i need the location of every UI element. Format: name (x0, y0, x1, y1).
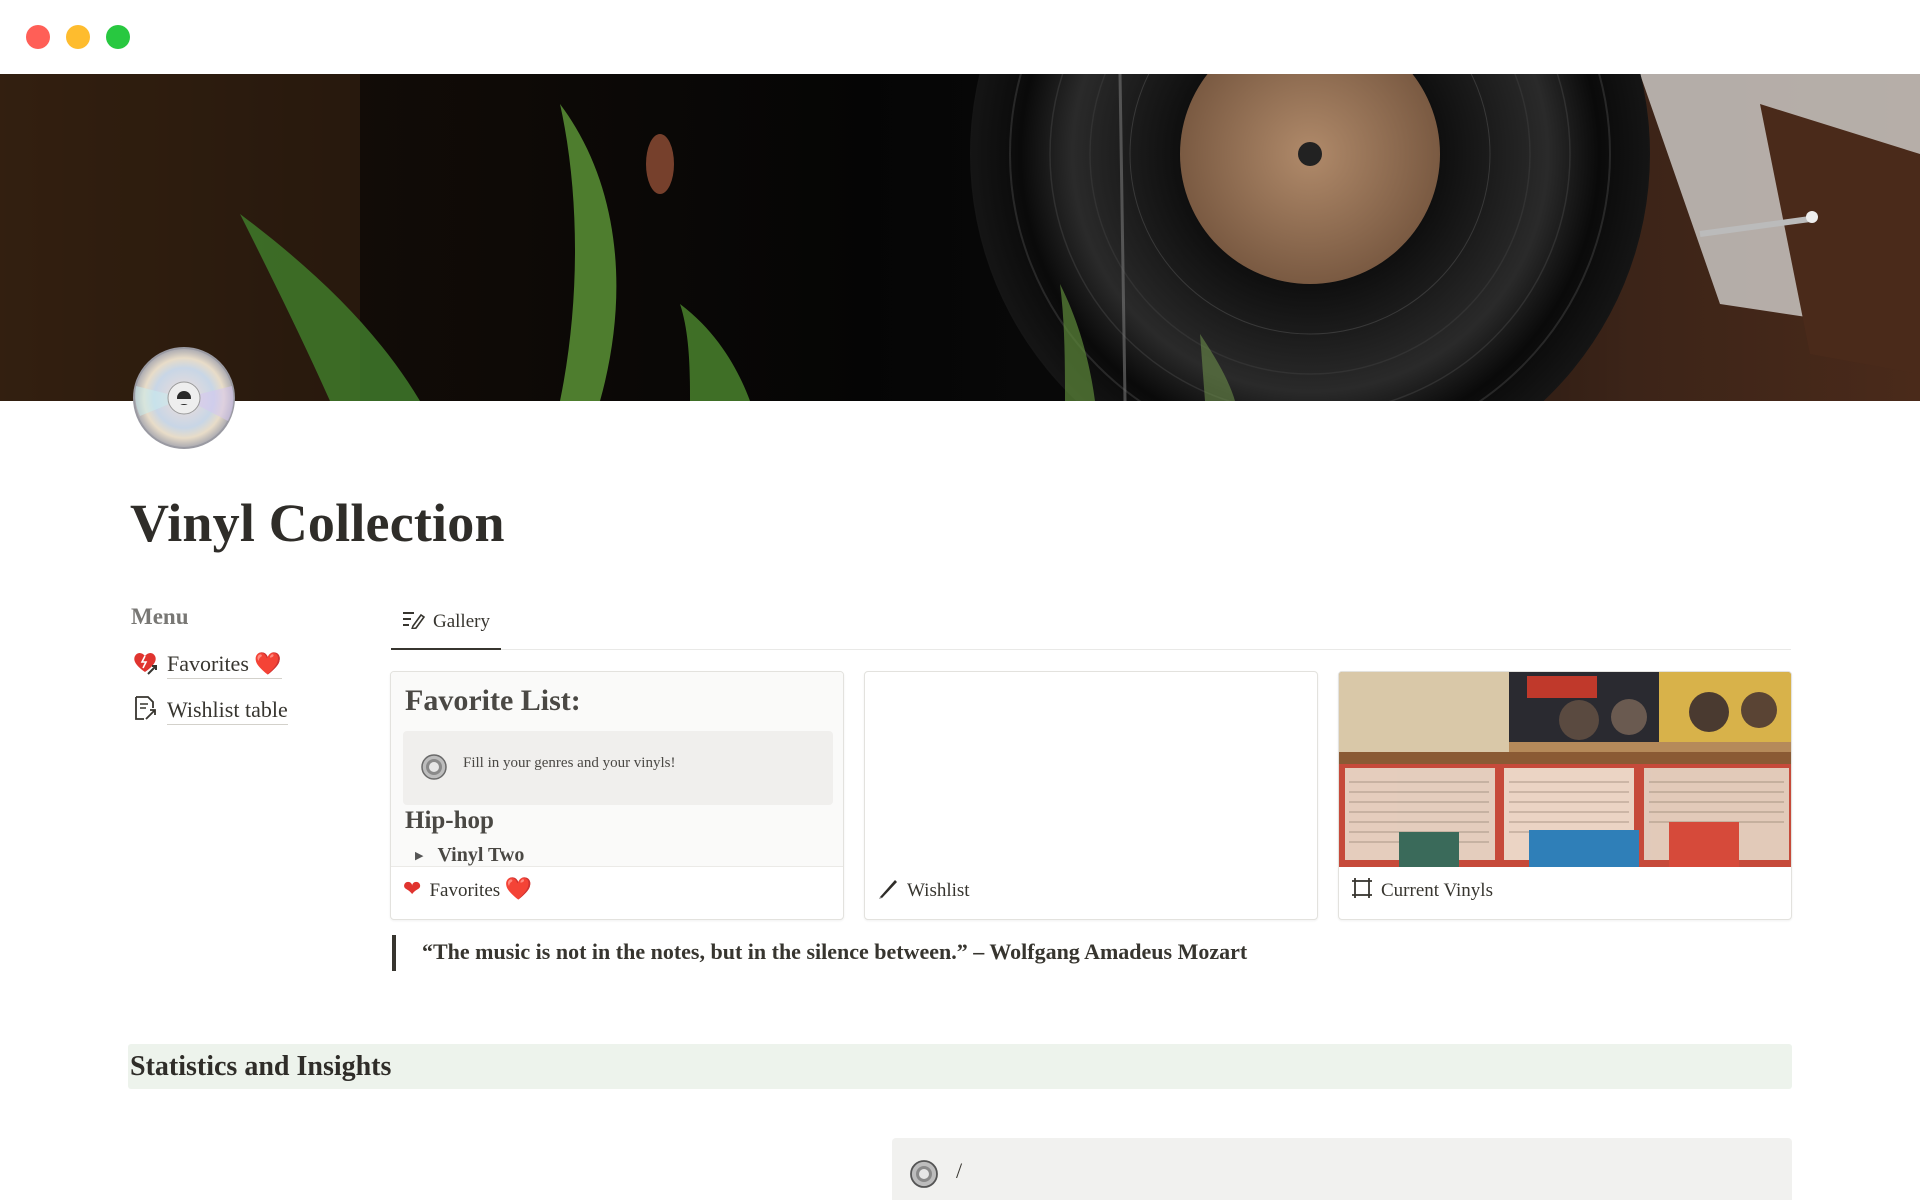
tab-gallery-label: Gallery (433, 611, 490, 632)
heart-icon: ❤ (403, 877, 422, 902)
favorite-list-callout-text: Fill in your genres and your vinyls! (463, 755, 676, 771)
card-footer-favorites: ❤ Favorites ❤️ (403, 877, 532, 902)
genre-heading: Hip-hop (405, 807, 494, 834)
gallery-view-tabs: Gallery (391, 596, 1791, 650)
cd-disc-icon[interactable] (132, 346, 236, 450)
pen-icon (877, 877, 899, 905)
statistics-heading-block[interactable]: Statistics and Insights (128, 1044, 1792, 1089)
page-cover-image (0, 74, 1920, 401)
bottom-callout-text: / (956, 1158, 963, 1183)
card-title-favorites: Favorites ❤️ (429, 877, 533, 902)
menu-item-favorites-label: Favorites ❤️ (167, 651, 282, 679)
gallery-edit-icon (401, 609, 426, 635)
card-title-current-vinyls: Current Vinyls (1381, 880, 1493, 901)
gallery-card-wishlist[interactable]: Wishlist (864, 671, 1318, 920)
gallery-card-current-vinyls[interactable]: Current Vinyls (1338, 671, 1792, 920)
toggle-item: ▶ Vinyl Two (415, 844, 525, 866)
toggle-item-label: Vinyl Two (437, 844, 525, 866)
card-cover-image-record-store (1339, 672, 1791, 867)
card-preview-favorites: Favorite List: Fill in your genres and y… (391, 672, 843, 867)
menu-item-wishlist-label: Wishlist table (167, 697, 288, 725)
page-link-icon (131, 694, 159, 728)
menu-item-wishlist-table[interactable]: Wishlist table (131, 694, 288, 728)
card-title-wishlist: Wishlist (907, 880, 970, 901)
favorite-list-heading: Favorite List: (405, 684, 581, 717)
close-window-button[interactable] (26, 25, 50, 49)
minimize-window-button[interactable] (66, 25, 90, 49)
toggle-arrow-icon: ▶ (415, 849, 424, 862)
menu-item-favorites[interactable]: Favorites ❤️ (131, 648, 282, 682)
frame-icon (1351, 877, 1373, 905)
card-footer-current-vinyls: Current Vinyls (1351, 877, 1493, 905)
menu-heading: Menu (131, 604, 189, 629)
gallery-card-favorites[interactable]: Favorite List: Fill in your genres and y… (390, 671, 844, 920)
bottom-callout[interactable]: / (892, 1138, 1792, 1200)
disc-icon (421, 754, 447, 785)
card-footer-wishlist: Wishlist (877, 877, 970, 905)
maximize-window-button[interactable] (106, 25, 130, 49)
window-titlebar (0, 0, 1920, 74)
favorite-list-callout: Fill in your genres and your vinyls! (403, 731, 833, 805)
card-preview-wishlist (865, 672, 1317, 867)
heart-arrow-icon (131, 648, 159, 682)
statistics-heading: Statistics and Insights (130, 1051, 392, 1082)
page-title[interactable]: Vinyl Collection (130, 492, 505, 554)
mozart-quote[interactable]: “The music is not in the notes, but in t… (392, 935, 1247, 971)
disc-icon (910, 1160, 938, 1188)
tab-gallery[interactable]: Gallery (391, 596, 501, 650)
